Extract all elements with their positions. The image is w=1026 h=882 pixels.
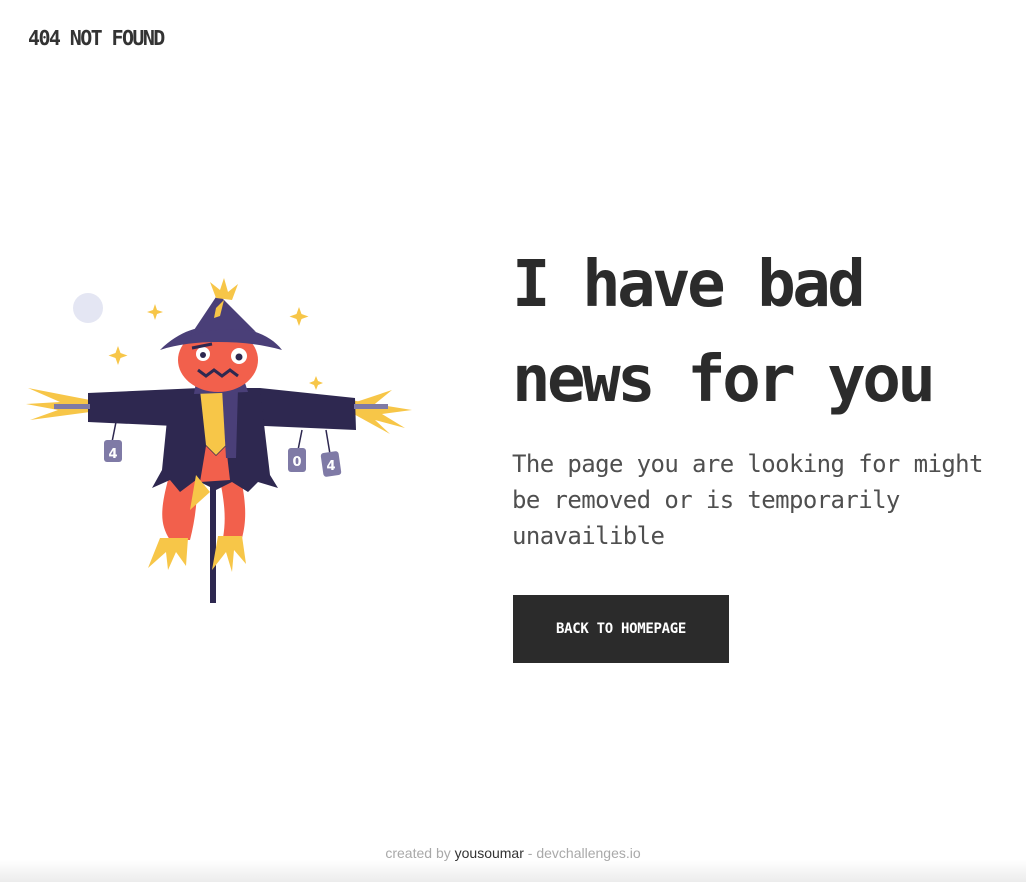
- can-label: 4: [108, 447, 117, 462]
- footer-author-link[interactable]: yousoumar: [455, 845, 524, 861]
- footer-separator: -: [523, 845, 537, 861]
- footer-site-link[interactable]: devchallenges.io: [536, 845, 640, 861]
- page-description: The page you are looking for might be re…: [512, 450, 983, 550]
- scarecrow-illustration: 4 0 4: [26, 278, 412, 603]
- can-label: 4: [326, 459, 335, 474]
- moon-shape: [73, 293, 103, 323]
- page-headline: I have bad news for you: [512, 248, 936, 417]
- can-label: 0: [292, 455, 301, 470]
- footer-credit: created by yousoumar - devchallenges.io: [0, 843, 1026, 863]
- footer-prefix: created by: [385, 845, 451, 861]
- back-to-homepage-button[interactable]: BACK TO HOMEPAGE: [513, 595, 729, 663]
- footer: created by yousoumar - devchallenges.io: [0, 826, 1026, 882]
- brand-logo[interactable]: 404 NOT FOUND: [28, 26, 165, 50]
